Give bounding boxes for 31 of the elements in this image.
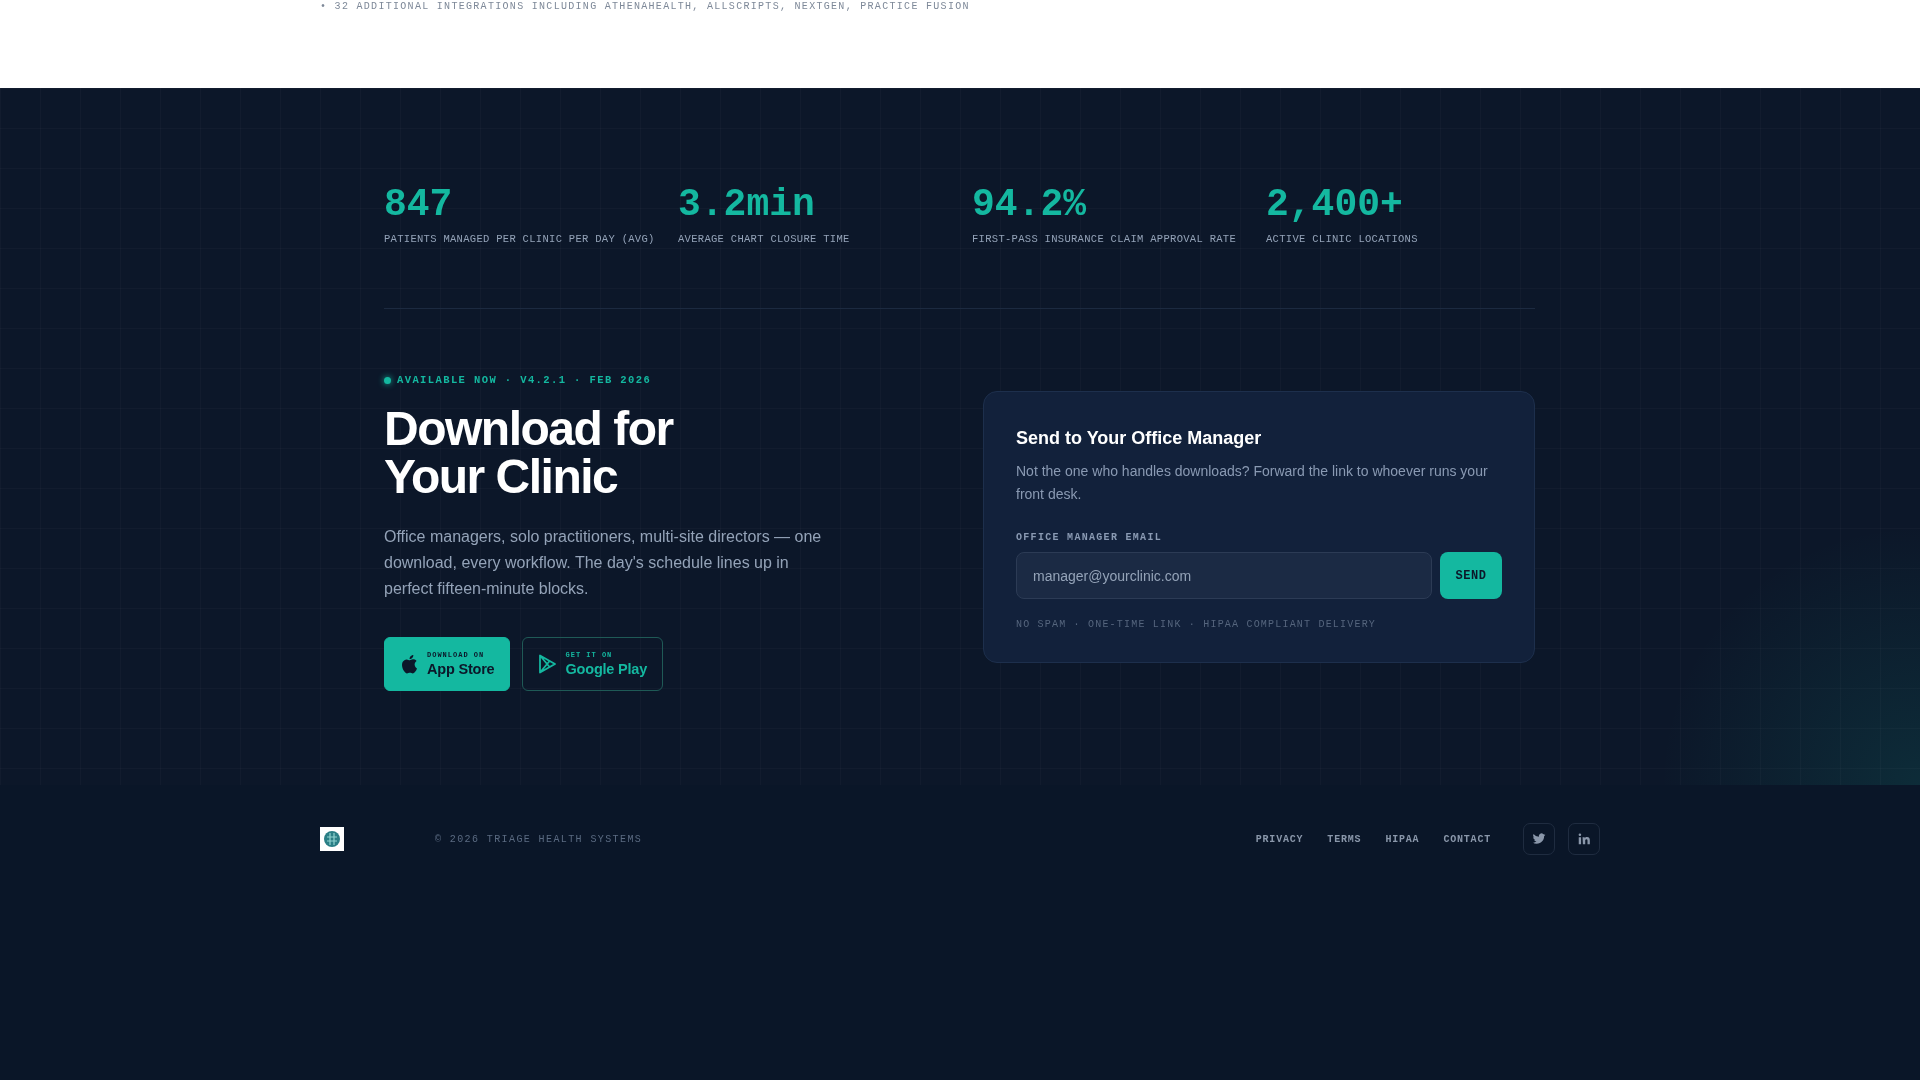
bird-icon [1532,832,1546,846]
send-button[interactable]: SEND [1440,552,1502,599]
stat-value: 94.2% [972,183,1087,227]
privacy-note: NO SPAM · ONE-TIME LINK · HIPAA COMPLIANT DELIVERY [1016,619,1378,630]
email-field[interactable]: manager@yourclinic.com [1016,552,1432,599]
stat-value: 2,400+ [1266,183,1403,227]
stat-value: 847 [384,183,453,227]
footer-link[interactable]: TERMS [1327,833,1362,845]
field-label: OFFICE MANAGER EMAIL [1016,532,1164,543]
intro-paragraph: Office managers, solo practitioners, multi-site directors — one download, every workflow. The day's schedule lines up in perfect fifteen-minute blocks. [384,527,823,599]
linkedin-icon [1577,832,1591,846]
footer-link[interactable]: PRIVACY [1255,833,1304,845]
stat-label: ACTIVE CLINIC LOCATIONS [1266,233,1418,245]
stat-value: 3.2min [678,183,815,227]
stat-label: FIRST-PASS INSURANCE CLAIM APPROVAL RATE [972,233,1237,245]
linkedin-button[interactable] [1568,823,1600,855]
logo-icon[interactable] [320,827,344,851]
twitter-button[interactable] [1523,823,1555,855]
card-title: Send to Your Office Manager [1016,428,1263,449]
page-heading: Download for Your Clinic [384,405,673,501]
stat-label: AVERAGE CHART CLOSURE TIME [678,233,850,245]
card-description: Not the one who handles downloads? Forward the link to whoever runs your front desk. [1016,462,1489,504]
footer-link[interactable]: HIPAA [1385,833,1420,845]
apple-icon [400,654,418,674]
availability-label: AVAILABLE NOW · V4.2.1 · FEB 2026 [397,374,652,386]
status-dot [384,376,391,384]
stat-label: PATIENTS MANAGED PER CLINIC PER DAY (AVG) [384,233,655,245]
play-icon [538,654,557,674]
copyright-text: © 2026 TRIAGE HEALTH SYSTEMS [435,833,643,845]
integrations-note: • 32 ADDITIONAL INTEGRATIONS INCLUDING ATHENAHEALTH, ALLSCRIPTS, NEXTGEN, PRACTICE FUSION [320,1,970,13]
footer-link[interactable]: CONTACT [1443,833,1491,845]
